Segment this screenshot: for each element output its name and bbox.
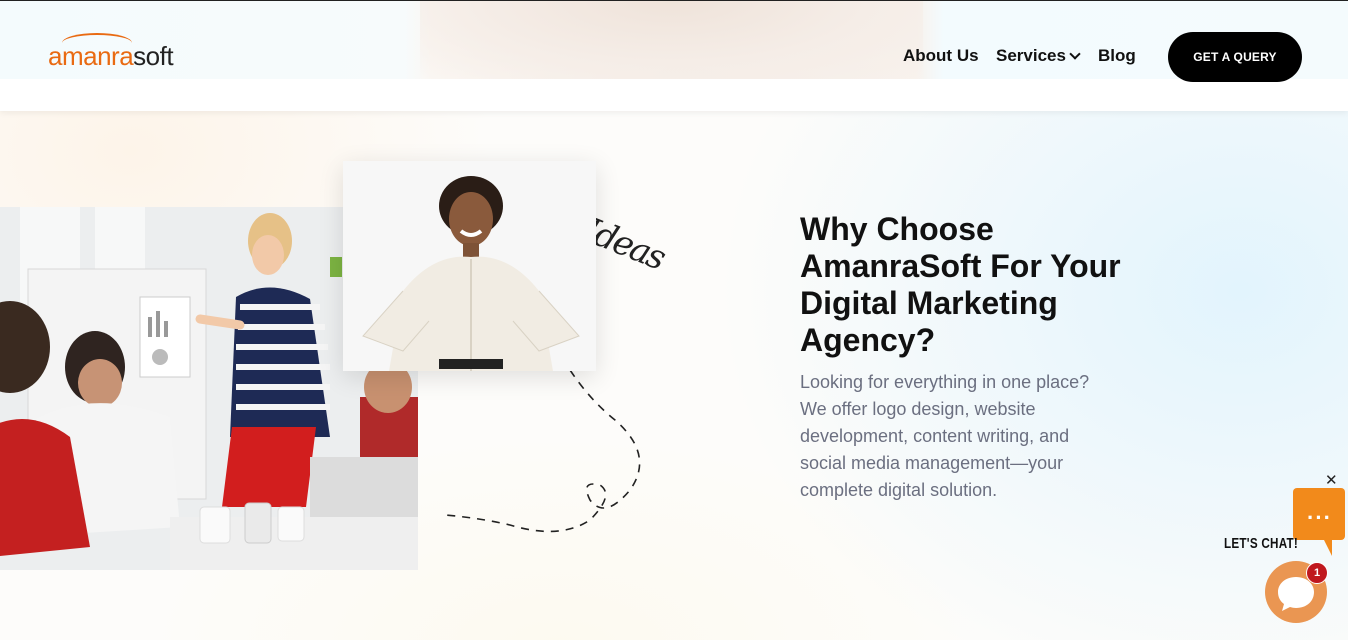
chat-bubble-tail xyxy=(1322,536,1332,556)
dashed-path-decoration xyxy=(444,369,641,533)
logo-text-soft: soft xyxy=(133,41,174,71)
section-headline: Why Choose AmanraSoft For Your Digital M… xyxy=(800,211,1121,358)
nav-services[interactable]: Services xyxy=(996,46,1081,66)
nav-services-label: Services xyxy=(996,46,1066,65)
chat-dots-icon: ··· xyxy=(1307,505,1332,530)
chat-notification-badge: 1 xyxy=(1306,562,1328,584)
logo-text-amanra: amanra xyxy=(48,41,134,71)
smiling-woman-photo xyxy=(343,161,596,371)
nav-about-us[interactable]: About Us xyxy=(903,46,979,66)
logo[interactable]: amanrasoft xyxy=(48,41,174,72)
get-a-query-button[interactable]: GET A QUERY xyxy=(1168,32,1302,82)
section-description: Looking for everything in one place? We … xyxy=(800,372,1090,500)
nav-blog[interactable]: Blog xyxy=(1098,46,1136,66)
site-header: amanrasoft About Us Services Blog GET A … xyxy=(0,1,1348,111)
header-background-image xyxy=(420,1,923,79)
chat-close-icon[interactable]: ✕ xyxy=(1325,471,1338,489)
lets-chat-label[interactable]: LET'S CHAT! xyxy=(1224,535,1298,552)
chevron-down-icon xyxy=(1069,48,1081,60)
